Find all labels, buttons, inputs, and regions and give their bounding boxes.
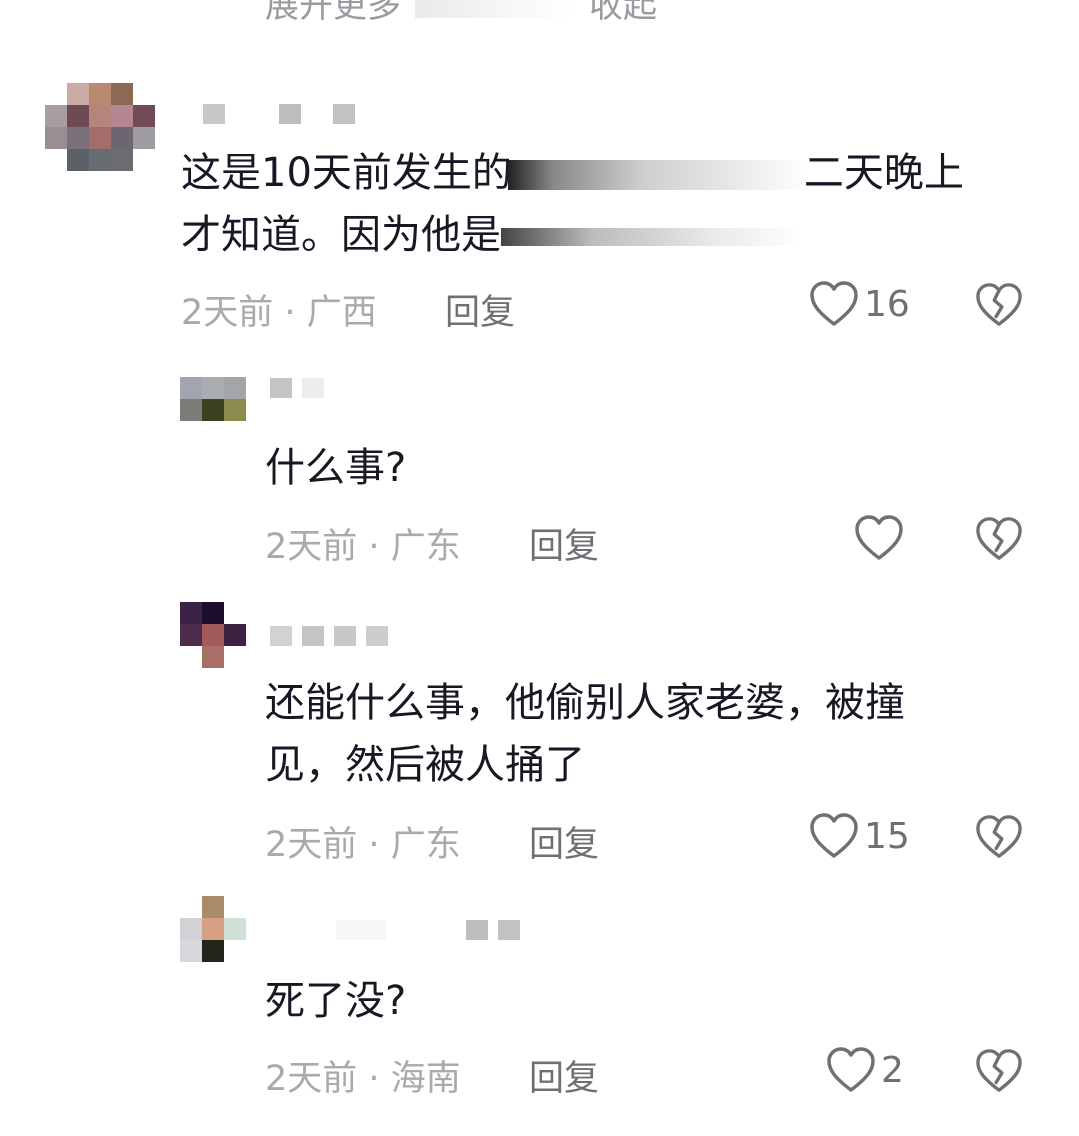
avatar[interactable]: [180, 602, 246, 668]
reply-button[interactable]: 回复: [445, 284, 515, 335]
comment-text: 这是10天前发生的 二天晚上 才知道。因为他是: [181, 150, 964, 258]
username-redacted[interactable]: [203, 104, 355, 124]
heart-icon: [827, 1047, 875, 1092]
separator: ·: [368, 1059, 380, 1099]
like-count: 2: [881, 1049, 904, 1091]
like-button[interactable]: 15: [808, 812, 910, 860]
like-button[interactable]: 2: [825, 1046, 904, 1094]
avatar[interactable]: [180, 896, 246, 962]
broken-heart-icon: [976, 517, 1022, 560]
heart-icon: [855, 515, 903, 560]
comment-text: 死了没?: [265, 978, 407, 1024]
broken-heart-icon: [976, 1049, 1022, 1092]
location-label: 广西: [306, 293, 377, 333]
comment-text: 什么事?: [265, 445, 407, 491]
redacted-text: [501, 228, 801, 246]
separator: ·: [368, 825, 380, 865]
dislike-button[interactable]: [974, 814, 1024, 864]
broken-heart-icon: [976, 283, 1022, 326]
expand-collapse-row: 展开更多 收起: [265, 0, 657, 27]
location-label: 广东: [390, 825, 461, 865]
avatar[interactable]: [45, 83, 155, 171]
reply-button[interactable]: 回复: [529, 816, 599, 867]
like-button[interactable]: [853, 514, 909, 562]
separator: ·: [368, 527, 380, 567]
location-label: 海南: [390, 1059, 461, 1099]
time-label: 2天前: [265, 825, 358, 865]
dislike-button[interactable]: [974, 282, 1024, 332]
like-count: 15: [864, 815, 910, 857]
heart-icon: [810, 813, 858, 858]
separator: ·: [284, 293, 296, 333]
redacted-text: [507, 160, 808, 190]
username-redacted[interactable]: [270, 626, 388, 646]
time-label: 2天前: [265, 1059, 358, 1099]
avatar[interactable]: [180, 377, 246, 421]
username-redacted[interactable]: [270, 378, 324, 398]
broken-heart-icon: [976, 815, 1022, 858]
redacted-area: [415, 0, 575, 18]
comment-meta: 2天前 · 广东: [265, 816, 461, 867]
collapse-link[interactable]: 收起: [589, 0, 657, 26]
time-label: 2天前: [265, 527, 358, 567]
username-redacted[interactable]: [336, 920, 520, 940]
comment-meta: 2天前 · 广西: [181, 284, 377, 335]
comment-meta: 2天前 · 广东: [265, 518, 461, 569]
reply-button[interactable]: 回复: [529, 1050, 599, 1101]
dislike-button[interactable]: [974, 1048, 1024, 1098]
expand-more-link[interactable]: 展开更多: [265, 0, 401, 26]
reply-button[interactable]: 回复: [529, 518, 599, 569]
time-label: 2天前: [181, 293, 274, 333]
comment-meta: 2天前 · 海南: [265, 1050, 461, 1101]
like-count: 16: [864, 283, 910, 325]
comment-text: 还能什么事，他偷别人家老婆，被撞 见，然后被人捅了: [265, 680, 905, 788]
dislike-button[interactable]: [974, 516, 1024, 566]
like-button[interactable]: 16: [808, 280, 910, 328]
heart-icon: [810, 281, 858, 326]
location-label: 广东: [390, 527, 461, 567]
